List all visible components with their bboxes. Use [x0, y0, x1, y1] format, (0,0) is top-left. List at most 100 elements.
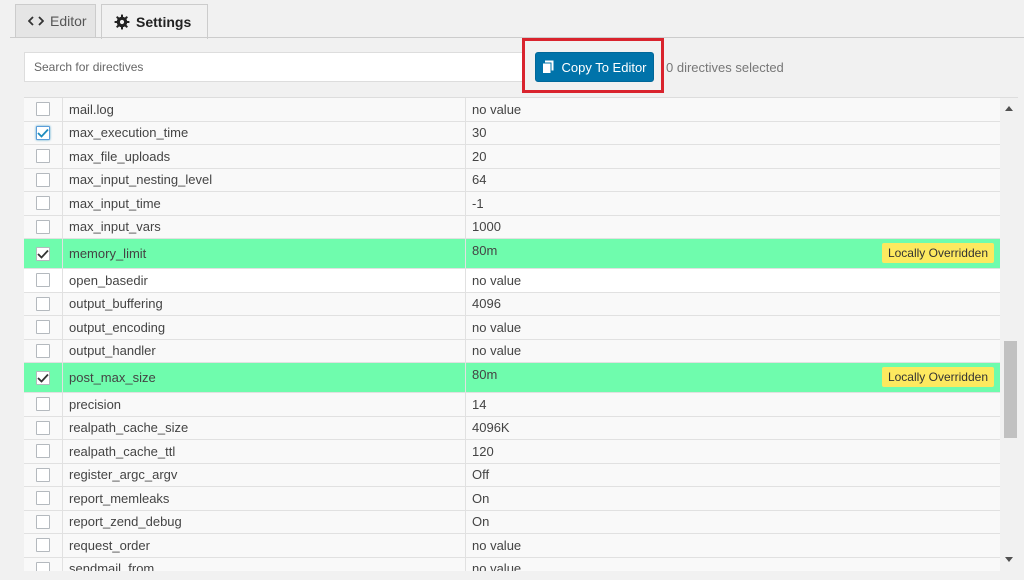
row-checkbox-cell — [24, 487, 63, 510]
row-checkbox-cell — [24, 292, 63, 315]
table-row: request_order no value — [24, 534, 1018, 558]
row-checkbox[interactable] — [36, 343, 50, 358]
table-row: memory_limit 80m Locally Overridden — [24, 239, 1018, 269]
directive-value: 14 — [472, 396, 487, 412]
table-row: report_memleaks On — [24, 487, 1018, 511]
row-checkbox[interactable] — [36, 102, 50, 117]
scrollbar-thumb[interactable] — [1004, 341, 1017, 438]
row-checkbox[interactable] — [36, 172, 50, 187]
directive-value: Off — [472, 467, 490, 483]
scrollbar[interactable] — [1000, 98, 1018, 571]
table-row: mail.log no value — [24, 98, 1018, 122]
directive-name: report_zend_debug — [63, 510, 466, 533]
directive-name: sendmail_from — [63, 557, 466, 571]
directive-name: max_file_uploads — [63, 145, 466, 168]
row-checkbox-cell — [24, 168, 63, 191]
row-checkbox-cell — [24, 192, 63, 215]
directive-name: output_buffering — [63, 292, 466, 315]
tab-settings-label: Settings — [136, 14, 192, 30]
directive-value: no value — [472, 537, 522, 553]
table-row: output_buffering 4096 — [24, 292, 1018, 316]
directive-value: -1 — [472, 195, 484, 211]
table-row: realpath_cache_size 4096K — [24, 416, 1018, 440]
row-checkbox[interactable] — [36, 370, 50, 385]
directive-name: max_input_time — [63, 192, 466, 215]
row-checkbox-cell — [24, 557, 63, 571]
copy-to-editor-button[interactable]: Copy To Editor — [535, 52, 654, 82]
directive-value: 20 — [472, 148, 487, 164]
directive-name: max_execution_time — [63, 121, 466, 144]
row-checkbox[interactable] — [36, 514, 50, 529]
panel-divider — [10, 37, 1024, 38]
directive-name: realpath_cache_size — [63, 416, 466, 439]
checkmark-icon — [37, 249, 49, 259]
tab-editor-label: Editor — [50, 13, 87, 29]
directive-name: max_input_vars — [63, 215, 466, 238]
row-checkbox[interactable] — [36, 273, 50, 288]
row-checkbox-cell — [24, 145, 63, 168]
row-checkbox[interactable] — [36, 246, 50, 261]
row-checkbox-cell — [24, 339, 63, 362]
locally-overridden-badge: Locally Overridden — [881, 243, 994, 263]
directive-value: no value — [472, 272, 522, 288]
row-checkbox[interactable] — [36, 467, 50, 482]
tab-editor[interactable]: Editor — [15, 4, 96, 37]
directive-name: output_handler — [63, 339, 466, 362]
directive-value: no value — [472, 343, 522, 359]
row-checkbox-cell — [24, 510, 63, 533]
row-checkbox-cell — [24, 363, 63, 392]
copy-icon — [542, 60, 554, 74]
directives-rows: mail.log no value max_execution_time 30 max_… — [24, 98, 1018, 571]
row-checkbox[interactable] — [36, 125, 50, 140]
scroll-down-arrow-icon[interactable] — [1000, 551, 1018, 567]
directive-value: no value — [472, 561, 522, 571]
row-checkbox[interactable] — [36, 420, 50, 435]
table-row: register_argc_argv Off — [24, 463, 1018, 487]
row-checkbox[interactable] — [36, 444, 50, 459]
code-icon — [28, 15, 44, 27]
directive-value: 64 — [472, 172, 487, 188]
selected-count: 0 directives selected — [666, 60, 784, 75]
copy-to-editor-label: Copy To Editor — [561, 59, 647, 75]
directive-name: memory_limit — [63, 239, 466, 268]
table-row: max_input_vars 1000 — [24, 215, 1018, 239]
directive-name: precision — [63, 393, 466, 416]
directive-value: 1000 — [472, 219, 501, 235]
directive-name: report_memleaks — [63, 487, 466, 510]
table-row: output_encoding no value — [24, 316, 1018, 340]
row-checkbox[interactable] — [36, 561, 50, 571]
directive-value: On — [472, 490, 490, 506]
scroll-up-arrow-icon[interactable] — [1000, 100, 1018, 116]
directive-name: register_argc_argv — [63, 463, 466, 486]
row-checkbox-cell — [24, 534, 63, 557]
row-checkbox-cell — [24, 121, 63, 144]
search-input[interactable] — [24, 52, 524, 82]
row-checkbox[interactable] — [36, 538, 50, 553]
row-checkbox[interactable] — [36, 491, 50, 506]
directive-value: 4096K — [472, 420, 510, 436]
gear-icon — [114, 14, 130, 30]
directive-name: open_basedir — [63, 269, 466, 292]
row-checkbox-cell — [24, 215, 63, 238]
table-row: report_zend_debug On — [24, 510, 1018, 534]
locally-overridden-badge: Locally Overridden — [881, 367, 994, 387]
row-checkbox[interactable] — [36, 296, 50, 311]
table-row: post_max_size 80m Locally Overridden — [24, 363, 1018, 393]
row-checkbox[interactable] — [36, 196, 50, 211]
row-checkbox-cell — [24, 239, 63, 268]
row-checkbox-cell — [24, 393, 63, 416]
table-row: max_execution_time 30 — [24, 121, 1018, 145]
directive-value: no value — [472, 319, 522, 335]
directive-value: On — [472, 514, 490, 530]
directive-name: mail.log — [63, 98, 466, 121]
row-checkbox[interactable] — [36, 320, 50, 335]
table-row: open_basedir no value — [24, 269, 1018, 293]
row-checkbox-cell — [24, 416, 63, 439]
row-checkbox[interactable] — [36, 149, 50, 164]
checkmark-icon — [37, 373, 49, 383]
table-row: max_file_uploads 20 — [24, 145, 1018, 169]
directive-value: 4096 — [472, 296, 501, 312]
tab-settings[interactable]: Settings — [101, 4, 208, 39]
row-checkbox[interactable] — [36, 219, 50, 234]
row-checkbox[interactable] — [36, 397, 50, 412]
